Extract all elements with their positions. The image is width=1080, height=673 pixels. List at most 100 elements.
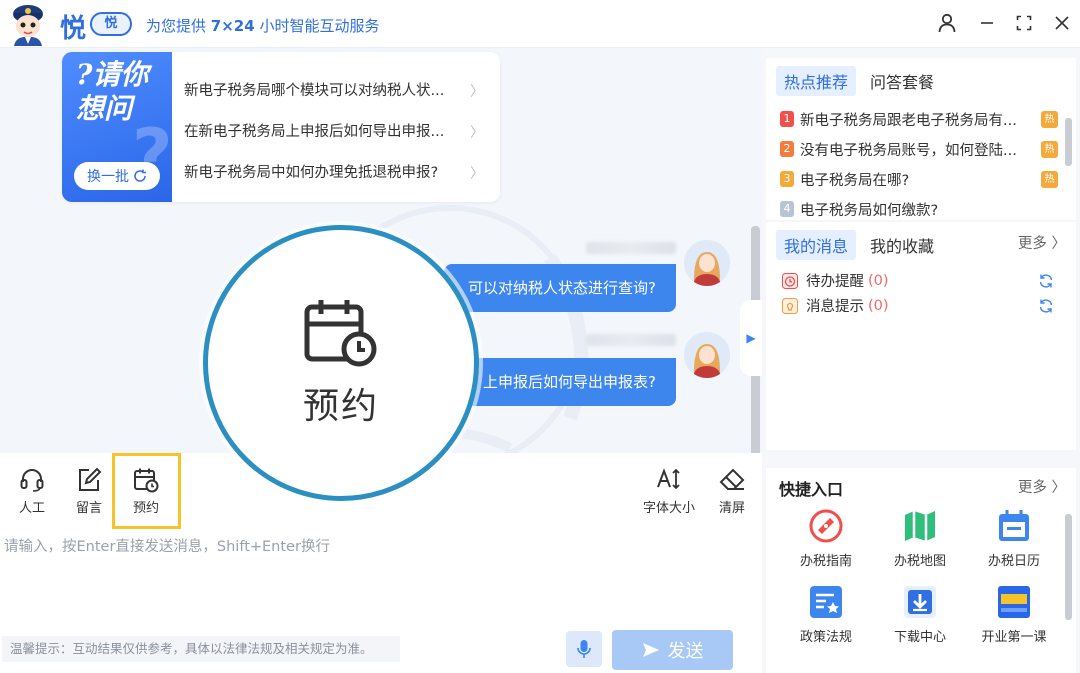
logo-text: 悦 bbox=[60, 14, 87, 44]
refresh-icon[interactable] bbox=[1038, 273, 1054, 289]
notice-count: (0) bbox=[868, 297, 889, 314]
highlight-frame bbox=[112, 453, 181, 529]
quick-item-tax-calendar[interactable]: 办税日历 bbox=[964, 508, 1064, 569]
input-footer: 温馨提示：互动结果仅供参考，具体以法律法规及相关规定为准。 发送 bbox=[0, 626, 762, 673]
ask-banner: ? ?请你 想问 换一批 bbox=[62, 52, 173, 202]
compass-icon bbox=[809, 509, 843, 543]
tab-my-favorites[interactable]: 我的收藏 bbox=[862, 230, 942, 260]
close-button[interactable] bbox=[1049, 10, 1075, 36]
rank-badge: 4 bbox=[780, 201, 794, 217]
hot-tabs: 热点推荐 问答套餐 bbox=[766, 58, 1076, 104]
disclaimer-tip: 温馨提示：互动结果仅供参考，具体以法律法规及相关规定为准。 bbox=[2, 636, 400, 662]
logo-badge: 悦 bbox=[90, 12, 132, 36]
suggested-question[interactable]: 新电子税务局哪个模块可以对纳税人状... 〉 bbox=[172, 69, 500, 110]
todo-reminder-item[interactable]: 待办提醒 (0) bbox=[766, 268, 1076, 293]
voice-input-button[interactable] bbox=[566, 631, 602, 667]
refresh-questions-button[interactable]: 换一批 bbox=[74, 162, 160, 190]
user-avatar bbox=[684, 332, 730, 378]
user-profile-button[interactable] bbox=[934, 10, 960, 36]
lightbulb-icon bbox=[782, 297, 798, 314]
assistant-mascot-icon bbox=[13, 5, 43, 46]
tab-package[interactable]: 问答套餐 bbox=[862, 66, 942, 96]
message-meta-blurred bbox=[586, 242, 676, 254]
refresh-icon[interactable] bbox=[1038, 298, 1054, 314]
user-icon bbox=[938, 13, 956, 33]
calendar-icon bbox=[999, 510, 1029, 541]
suggested-question[interactable]: 新电子税务局中如何办理免抵退税申报? 〉 bbox=[172, 151, 500, 192]
suggested-question[interactable]: 在新电子税务局上申报后如何导出申报... 〉 bbox=[172, 110, 500, 151]
chevron-right-icon: 〉 bbox=[1051, 236, 1067, 252]
edit-note-icon bbox=[79, 467, 102, 491]
clear-screen-button[interactable]: 清屏 bbox=[704, 467, 760, 516]
quick-scrollbar[interactable] bbox=[1065, 514, 1072, 620]
calendar-clock-icon bbox=[304, 300, 377, 367]
hot-list: 1 新电子税务局跟老电子税务局有... 热 2 没有电子税务局账号，如何登陆..… bbox=[766, 104, 1076, 220]
hot-question-item[interactable]: 4 电子税务局如何缴款? bbox=[766, 194, 1076, 220]
appointment-magnifier-callout: 预约 bbox=[203, 225, 479, 501]
quick-item-policy[interactable]: 政策法规 bbox=[776, 584, 876, 645]
minimize-button[interactable] bbox=[974, 10, 1000, 36]
font-size-button[interactable]: 字体大小 bbox=[640, 467, 698, 516]
quick-item-download[interactable]: 下载中心 bbox=[870, 584, 970, 645]
eraser-icon bbox=[719, 468, 745, 490]
rank-badge: 1 bbox=[780, 111, 794, 127]
hot-question-item[interactable]: 2 没有电子税务局账号，如何登陆... 热 bbox=[766, 134, 1076, 164]
hot-tag: 热 bbox=[1041, 141, 1058, 158]
quick-more-link[interactable]: 更多 〉 bbox=[1018, 476, 1066, 497]
tab-my-messages[interactable]: 我的消息 bbox=[776, 230, 857, 260]
hot-questions-card: 热点推荐 问答套餐 1 新电子税务局跟老电子税务局有... 热 2 没有电子税务… bbox=[766, 58, 1076, 220]
triangle-right-icon: ▶ bbox=[746, 331, 756, 345]
close-icon bbox=[1055, 16, 1069, 30]
hot-list-scrollbar[interactable] bbox=[1065, 118, 1072, 166]
title-bar: 悦 悦 为您提供 7×24 小时智能互动服务 bbox=[0, 0, 1080, 48]
right-panel: 热点推荐 问答套餐 1 新电子税务局跟老电子税务局有... 热 2 没有电子税务… bbox=[762, 48, 1080, 673]
tab-hot[interactable]: 热点推荐 bbox=[776, 66, 857, 96]
microphone-icon bbox=[577, 640, 591, 658]
maximize-button[interactable] bbox=[1011, 10, 1037, 36]
hot-tag: 热 bbox=[1041, 171, 1058, 188]
first-lesson-icon bbox=[998, 586, 1030, 618]
rank-badge: 2 bbox=[780, 141, 794, 157]
message-notice-item[interactable]: 消息提示 (0) bbox=[766, 293, 1076, 318]
quick-item-first-lesson[interactable]: 开业第一课 bbox=[964, 584, 1064, 645]
collapse-panel-button[interactable]: ▶ bbox=[740, 300, 762, 376]
ask-title: ?请你 想问 bbox=[76, 58, 149, 125]
hot-tag: 热 bbox=[1041, 111, 1058, 128]
font-size-icon bbox=[657, 468, 680, 490]
message-meta-blurred bbox=[586, 334, 676, 346]
my-messages-card: 我的消息 我的收藏 更多 〉 待办提醒 (0) 消息提示 (0) bbox=[766, 222, 1076, 450]
user-message-bubble: 上申报后如何导出申报表? bbox=[459, 358, 676, 406]
user-avatar bbox=[684, 240, 730, 286]
quick-entry-title: 快捷入口 bbox=[779, 480, 844, 499]
magnifier-label: 预约 bbox=[302, 386, 379, 427]
app-window: 悦 悦 为您提供 7×24 小时智能互动服务 ? ?请你 想问 换一批 新电子税… bbox=[0, 0, 1080, 673]
hot-question-item[interactable]: 1 新电子税务局跟老电子税务局有... 热 bbox=[766, 104, 1076, 134]
quick-entry-card: 快捷入口 更多 〉 办税指南 办税地图 办税日历 政策法规 下载中心 开业第一课 bbox=[766, 468, 1076, 673]
send-arrow-icon bbox=[642, 643, 659, 657]
chevron-right-icon: 〉 bbox=[1051, 480, 1067, 496]
slogan: 为您提供 7×24 小时智能互动服务 bbox=[146, 17, 380, 35]
maximize-icon bbox=[1016, 15, 1032, 31]
chevron-right-icon: 〉 bbox=[470, 84, 484, 100]
human-agent-button[interactable]: 人工 bbox=[4, 467, 60, 516]
minimize-icon bbox=[981, 22, 993, 24]
suggested-questions-list: 新电子税务局哪个模块可以对纳税人状... 〉 在新电子税务局上申报后如何导出申报.… bbox=[172, 52, 500, 192]
download-icon bbox=[904, 586, 936, 618]
user-message-bubble: 可以对纳税人状态进行查询? bbox=[444, 264, 676, 312]
quick-item-tax-guide[interactable]: 办税指南 bbox=[776, 508, 876, 569]
quick-item-tax-map[interactable]: 办税地图 bbox=[870, 508, 970, 569]
chevron-right-icon: 〉 bbox=[470, 166, 484, 182]
headset-icon bbox=[20, 469, 44, 492]
rank-badge: 3 bbox=[780, 171, 794, 187]
chevron-right-icon: 〉 bbox=[470, 125, 484, 141]
message-input[interactable] bbox=[0, 531, 762, 626]
hot-question-item[interactable]: 3 电子税务局在哪? 热 bbox=[766, 164, 1076, 194]
message-input-area bbox=[0, 531, 762, 626]
refresh-icon bbox=[134, 169, 146, 182]
my-more-link[interactable]: 更多 〉 bbox=[1018, 232, 1066, 253]
map-icon bbox=[905, 511, 935, 541]
send-button[interactable]: 发送 bbox=[612, 630, 733, 670]
leave-message-button[interactable]: 留言 bbox=[61, 467, 117, 516]
alarm-clock-icon bbox=[782, 272, 798, 289]
policy-doc-icon bbox=[810, 586, 842, 618]
